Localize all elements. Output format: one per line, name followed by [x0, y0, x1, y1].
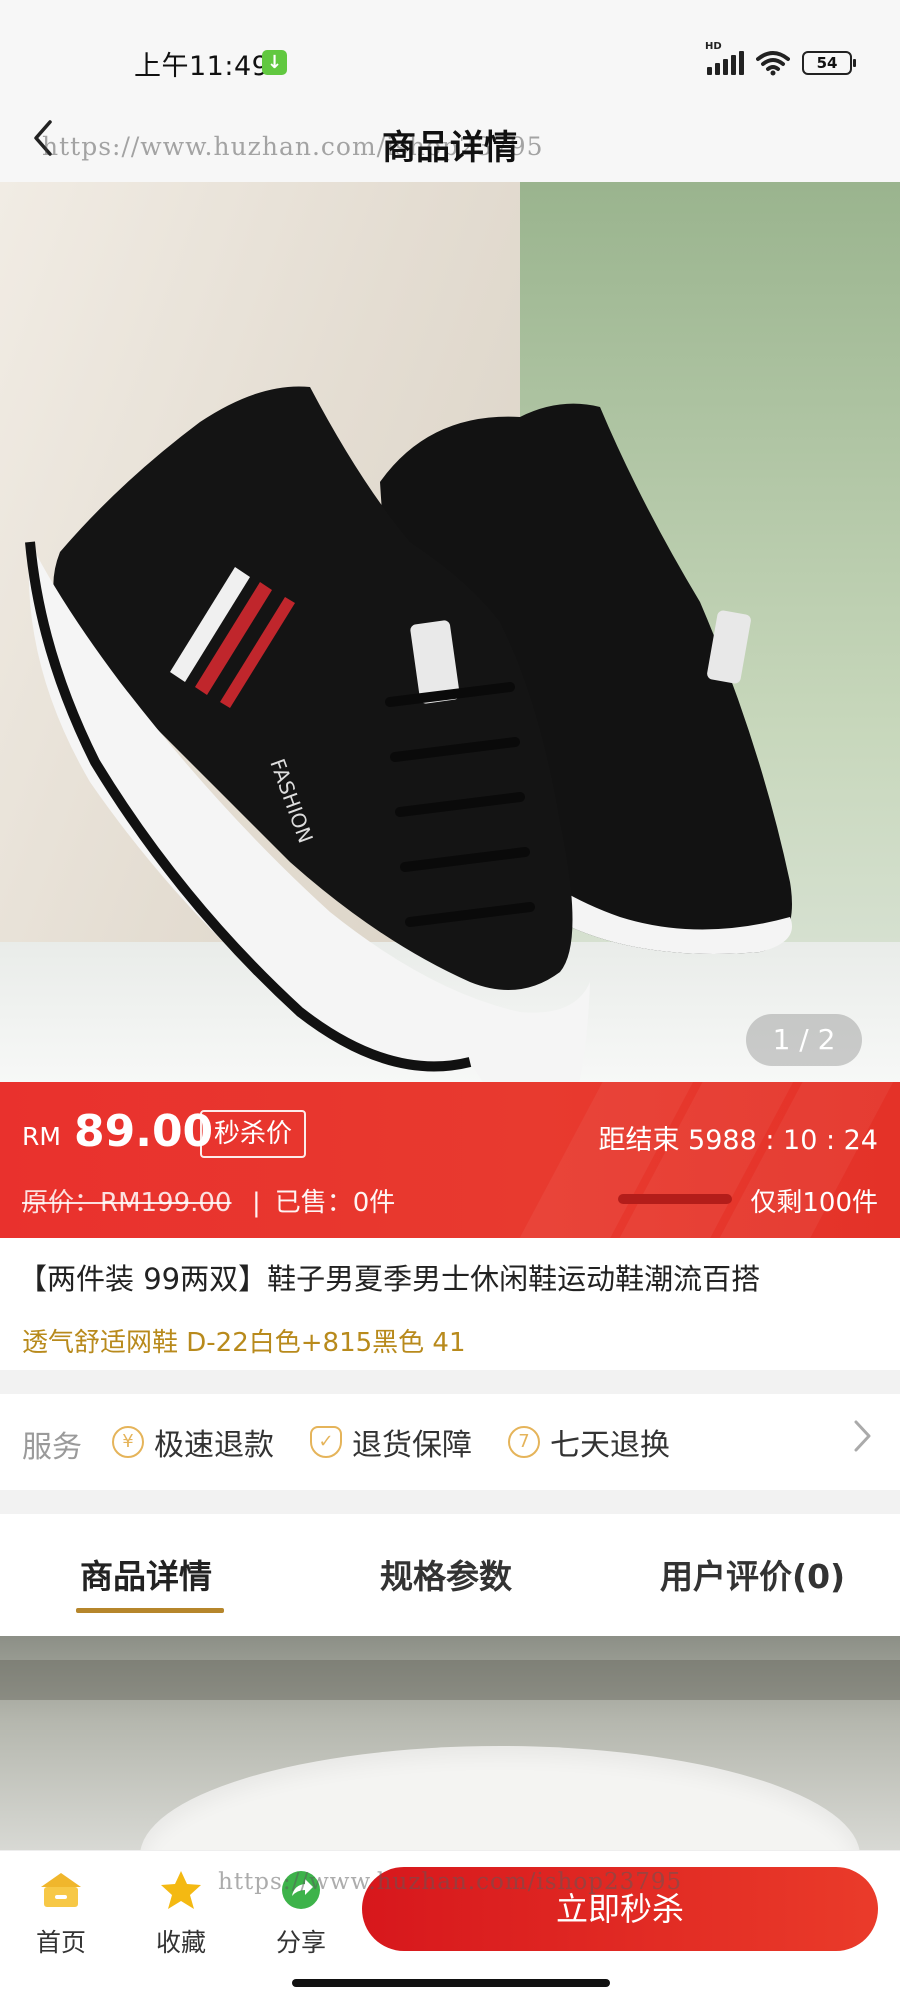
service-item-seven-day-return: 7 七天退换 — [508, 1420, 670, 1464]
stock-progress-bar — [618, 1194, 732, 1204]
sale-price: 89.00 — [74, 1106, 214, 1157]
chevron-right-icon[interactable] — [852, 1416, 874, 1466]
yen-icon: ¥ — [112, 1426, 144, 1458]
shield-icon: ✓ — [310, 1426, 342, 1458]
nav-share-label: 分享 — [275, 1928, 326, 1957]
service-item-return-guarantee: ✓ 退货保障 — [310, 1420, 472, 1464]
tab-product-details[interactable]: 商品详情 — [80, 1550, 212, 1598]
home-indicator[interactable] — [292, 1979, 610, 1987]
detail-image — [0, 1636, 900, 1850]
top-nav-bar: https://www.huzhan.com/ishop23795 商品详情 — [0, 110, 900, 182]
product-info: 【两件装 99两双】鞋子男夏季男士休闲鞋运动鞋潮流百搭 透气舒适网鞋 D-22白… — [0, 1238, 900, 1370]
service-item-fast-refund: ¥ 极速退款 — [112, 1420, 274, 1464]
currency-label: RM — [22, 1122, 61, 1151]
bottom-action-bar: 首页 收藏 分享 立即秒杀 https://www.huzhan.com/ish… — [0, 1850, 900, 2000]
nav-favorite[interactable]: 收藏 — [136, 1869, 226, 1959]
service-item-label: 七天退换 — [550, 1428, 670, 1463]
tab-specifications[interactable]: 规格参数 — [380, 1550, 512, 1598]
tab-user-reviews[interactable]: 用户评价(0) — [660, 1550, 845, 1598]
nav-home[interactable]: 首页 — [16, 1869, 106, 1959]
service-row[interactable]: 服务 ¥ 极速退款 ✓ 退货保障 7 七天退换 — [0, 1394, 900, 1490]
product-subtitle: 透气舒适网鞋 D-22白色+815黑色 41 — [22, 1328, 466, 1358]
flash-sale-banner: RM 89.00 秒杀价 原价：RM199.00 | 已售：0件 距结束 5988… — [0, 1082, 900, 1238]
service-item-label: 极速退款 — [154, 1428, 274, 1463]
download-icon: ↓ — [262, 50, 287, 75]
watermark-text: https://www.huzhan.com/ishop23795 — [218, 1869, 683, 1895]
product-image-carousel[interactable]: FASHION 1 / 2 — [0, 182, 900, 1082]
countdown-timer: 距结束 5988 : 10 : 24 — [598, 1125, 878, 1156]
page-title: 商品详情 — [382, 128, 518, 168]
remaining-stock: 仅剩100件 — [750, 1188, 878, 1218]
network-type: HD — [705, 41, 722, 52]
wifi-icon — [756, 50, 790, 76]
product-detail-page: 上午11:49 ↓ HD 54 https://www.huzhan.com/i… — [0, 0, 900, 2000]
sold-count: | 已售：0件 — [252, 1188, 396, 1218]
original-price: 原价：RM199.00 — [22, 1188, 232, 1218]
signal-icon: HD — [705, 41, 744, 75]
flash-price-tag: 秒杀价 — [200, 1110, 307, 1158]
product-photo: FASHION — [25, 386, 792, 1082]
service-item-label: 退货保障 — [352, 1428, 472, 1463]
status-icons: HD 54 — [705, 41, 856, 78]
sold-count-text: 已售：0件 — [274, 1188, 396, 1218]
active-tab-indicator — [76, 1608, 224, 1613]
seven-day-icon: 7 — [508, 1426, 540, 1458]
image-counter: 1 / 2 — [746, 1014, 862, 1066]
status-bar: 上午11:49 ↓ HD 54 — [0, 0, 900, 110]
nav-home-label: 首页 — [35, 1928, 86, 1957]
service-label: 服务 — [22, 1430, 82, 1465]
battery-icon: 54 — [802, 51, 856, 75]
home-icon — [41, 1873, 81, 1907]
product-title: 【两件装 99两双】鞋子男夏季男士休闲鞋运动鞋潮流百搭 — [18, 1262, 761, 1296]
status-time: 上午11:49 — [134, 51, 270, 82]
star-icon — [161, 1871, 201, 1909]
detail-tabs: 商品详情 规格参数 用户评价(0) — [0, 1514, 900, 1636]
nav-favorite-label: 收藏 — [155, 1928, 206, 1957]
